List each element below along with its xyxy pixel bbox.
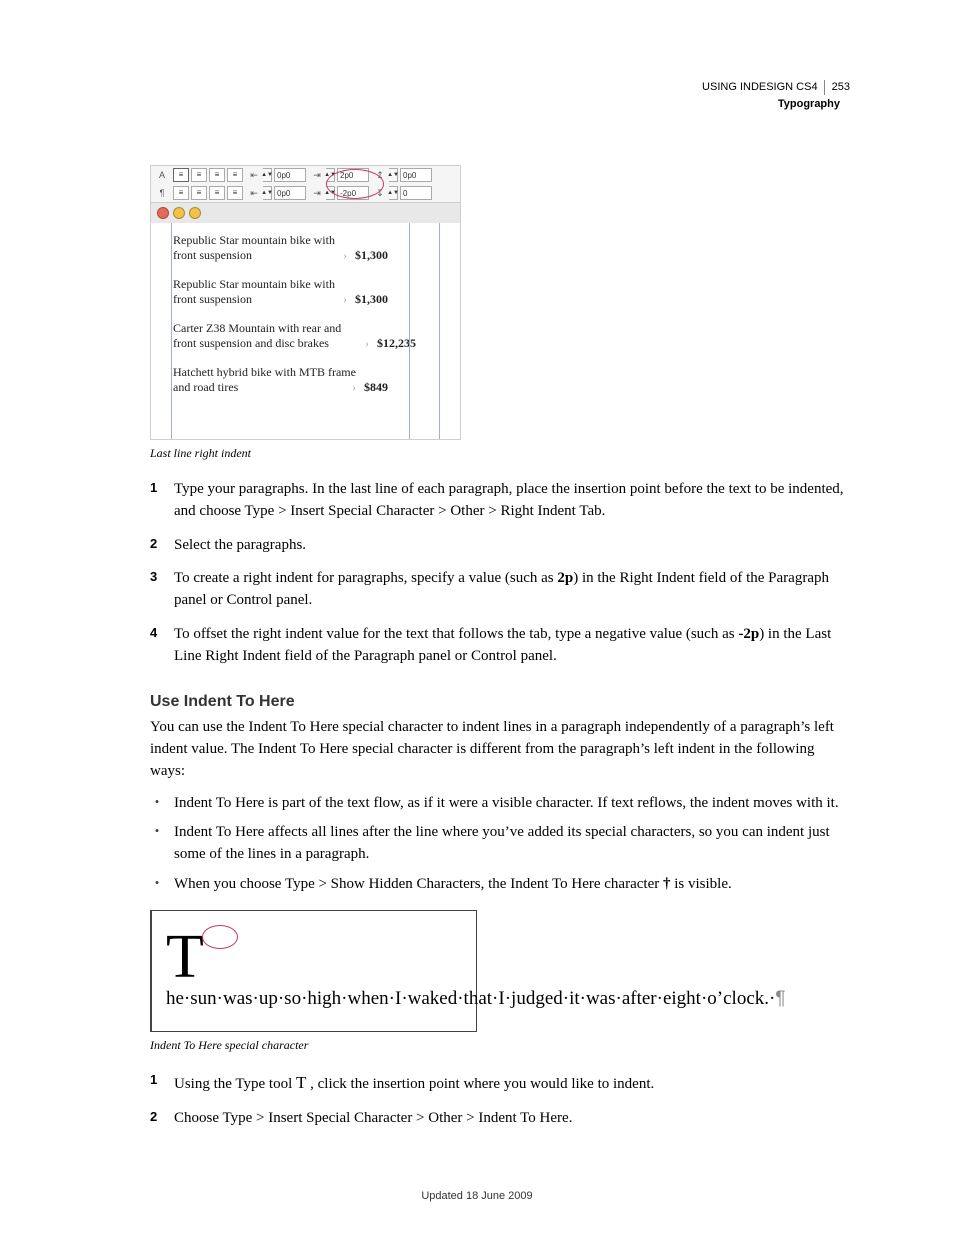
bullet-text: Indent To Here affects all lines after t… [174, 822, 850, 866]
step-number: 3 [150, 568, 164, 612]
char-mode-icon[interactable]: A [155, 169, 169, 181]
text-line: front suspension›$1,300 [173, 248, 388, 263]
align-justify-button[interactable]: ≡ [227, 168, 243, 182]
step-number: 2 [150, 1108, 164, 1130]
step-text: Select the paragraphs. [174, 535, 850, 557]
bullet-item: When you choose Type > Show Hidden Chara… [150, 874, 850, 896]
section-heading: Use Indent To Here [150, 693, 850, 711]
bullet-item: Indent To Here is part of the text flow,… [150, 793, 850, 815]
figure-indent-to-here: T he·sun·was·up·so·high·when·I·waked·tha… [150, 910, 477, 1033]
bullet-text: When you choose Type > Show Hidden Chara… [174, 874, 732, 896]
page-header: USING INDESIGN CS4 253 Typography [702, 80, 850, 113]
text-line: Republic Star mountain bike with [173, 233, 388, 248]
justify-right-button[interactable]: ≡ [209, 186, 225, 200]
step-item: 3To create a right indent for paragraphs… [150, 568, 850, 612]
text-line: Carter Z38 Mountain with rear and [173, 321, 388, 336]
bullet-text: Indent To Here is part of the text flow,… [174, 793, 839, 815]
space-before-stepper[interactable]: ▲▼ [389, 168, 398, 182]
left-indent-stepper[interactable]: ▲▼ [263, 168, 272, 182]
price-value: $12,235 [377, 336, 416, 350]
price-value: $1,300 [355, 248, 388, 263]
step-item: 2 Choose Type > Insert Special Character … [150, 1108, 850, 1130]
left-indent-field[interactable]: 0p0 [274, 168, 306, 182]
tab-marker-icon: › [357, 336, 377, 350]
right-indent-icon: ⇥ [310, 169, 324, 181]
align-left-button[interactable]: ≡ [173, 168, 189, 182]
step-item: 1 Using the Type tool T , click the inser… [150, 1071, 850, 1096]
last-line-right-indent-icon: ⇥ [310, 187, 324, 199]
right-indent-field[interactable]: 2p0 [337, 168, 369, 182]
step-item: 1Type your paragraphs. In the last line … [150, 479, 850, 523]
tab-marker-icon: › [335, 248, 355, 263]
step-number: 2 [150, 535, 164, 557]
header-product: USING INDESIGN CS4 [702, 81, 818, 93]
indent-to-here-icon: † [663, 876, 671, 892]
first-line-indent-field[interactable]: 0p0 [274, 186, 306, 200]
header-section: Typography [702, 97, 850, 112]
text-line: front suspension›$1,300 [173, 292, 388, 307]
figure2-caption: Indent To Here special character [150, 1038, 850, 1053]
align-center-button[interactable]: ≡ [191, 168, 207, 182]
first-line-indent-icon: ⇤ [247, 187, 261, 199]
space-after-icon: ↧ [373, 187, 387, 199]
justify-left-button[interactable]: ≡ [173, 186, 189, 200]
left-indent-icon: ⇤ [247, 169, 261, 181]
figure2-text: he·sun·was·up·so·high·when·I·waked·that·… [166, 927, 456, 1016]
step-number: 4 [150, 624, 164, 668]
page-footer: Updated 18 June 2009 [0, 1190, 954, 1202]
space-after-stepper[interactable]: ▲▼ [389, 186, 398, 200]
step-text: Using the Type tool T , click the insert… [174, 1071, 850, 1096]
space-before-icon: ↥ [373, 169, 387, 181]
section-intro: You can use the Indent To Here special c… [150, 717, 850, 782]
text-line: Hatchett hybrid bike with MTB frame [173, 365, 388, 380]
pilcrow-icon: ¶ [775, 988, 785, 1009]
control-panel: A ≡ ≡ ≡ ≡ ⇤ ▲▼ 0p0 ⇥ ▲▼ 2 [151, 166, 460, 203]
close-icon[interactable] [157, 207, 169, 219]
bullet-item: Indent To Here affects all lines after t… [150, 822, 850, 866]
step-text: Choose Type > Insert Special Character >… [174, 1108, 850, 1130]
last-line-right-indent-field[interactable]: -2p0 [337, 186, 369, 200]
step-item: 2 Select the paragraphs. [150, 535, 850, 557]
bullet-list: Indent To Here is part of the text flow,… [150, 793, 850, 896]
price-value: $849 [364, 380, 388, 395]
step-number: 1 [150, 479, 164, 523]
minimize-icon[interactable] [173, 207, 185, 219]
drop-cap: T [166, 927, 208, 984]
last-line-right-indent-stepper[interactable]: ▲▼ [326, 186, 335, 200]
text-line: and road tires›$849 [173, 380, 388, 395]
first-line-indent-stepper[interactable]: ▲▼ [263, 186, 272, 200]
window-chrome [151, 203, 460, 223]
type-tool-icon: T [296, 1073, 306, 1092]
justify-center-button[interactable]: ≡ [191, 186, 207, 200]
tab-marker-icon: › [344, 380, 364, 395]
steps-list-1: 1Type your paragraphs. In the last line … [150, 479, 850, 667]
step-number: 1 [150, 1071, 164, 1096]
figure-last-line-right-indent: A ≡ ≡ ≡ ≡ ⇤ ▲▼ 0p0 ⇥ ▲▼ 2 [150, 165, 461, 440]
space-after-field[interactable]: 0 [400, 186, 432, 200]
steps-list-2: 1 Using the Type tool T , click the inser… [150, 1071, 850, 1130]
space-before-field[interactable]: 0p0 [400, 168, 432, 182]
para-mode-icon[interactable]: ¶ [155, 187, 169, 199]
tab-marker-icon: › [335, 292, 355, 307]
justify-full-button[interactable]: ≡ [227, 186, 243, 200]
figure1-caption: Last line right indent [150, 446, 850, 461]
zoom-icon[interactable] [189, 207, 201, 219]
step-text: Type your paragraphs. In the last line o… [174, 479, 850, 523]
align-right-button[interactable]: ≡ [209, 168, 225, 182]
price-value: $1,300 [355, 292, 388, 307]
page-number: 253 [832, 81, 850, 93]
step-item: 4To offset the right indent value for th… [150, 624, 850, 668]
step-text: To offset the right indent value for the… [174, 624, 850, 668]
step-text: To create a right indent for paragraphs,… [174, 568, 850, 612]
text-line: Republic Star mountain bike with [173, 277, 388, 292]
text-line: front suspension and disc brakes›$12,235 [173, 336, 416, 351]
document-preview: Republic Star mountain bike withfront su… [151, 223, 460, 439]
right-indent-stepper[interactable]: ▲▼ [326, 168, 335, 182]
